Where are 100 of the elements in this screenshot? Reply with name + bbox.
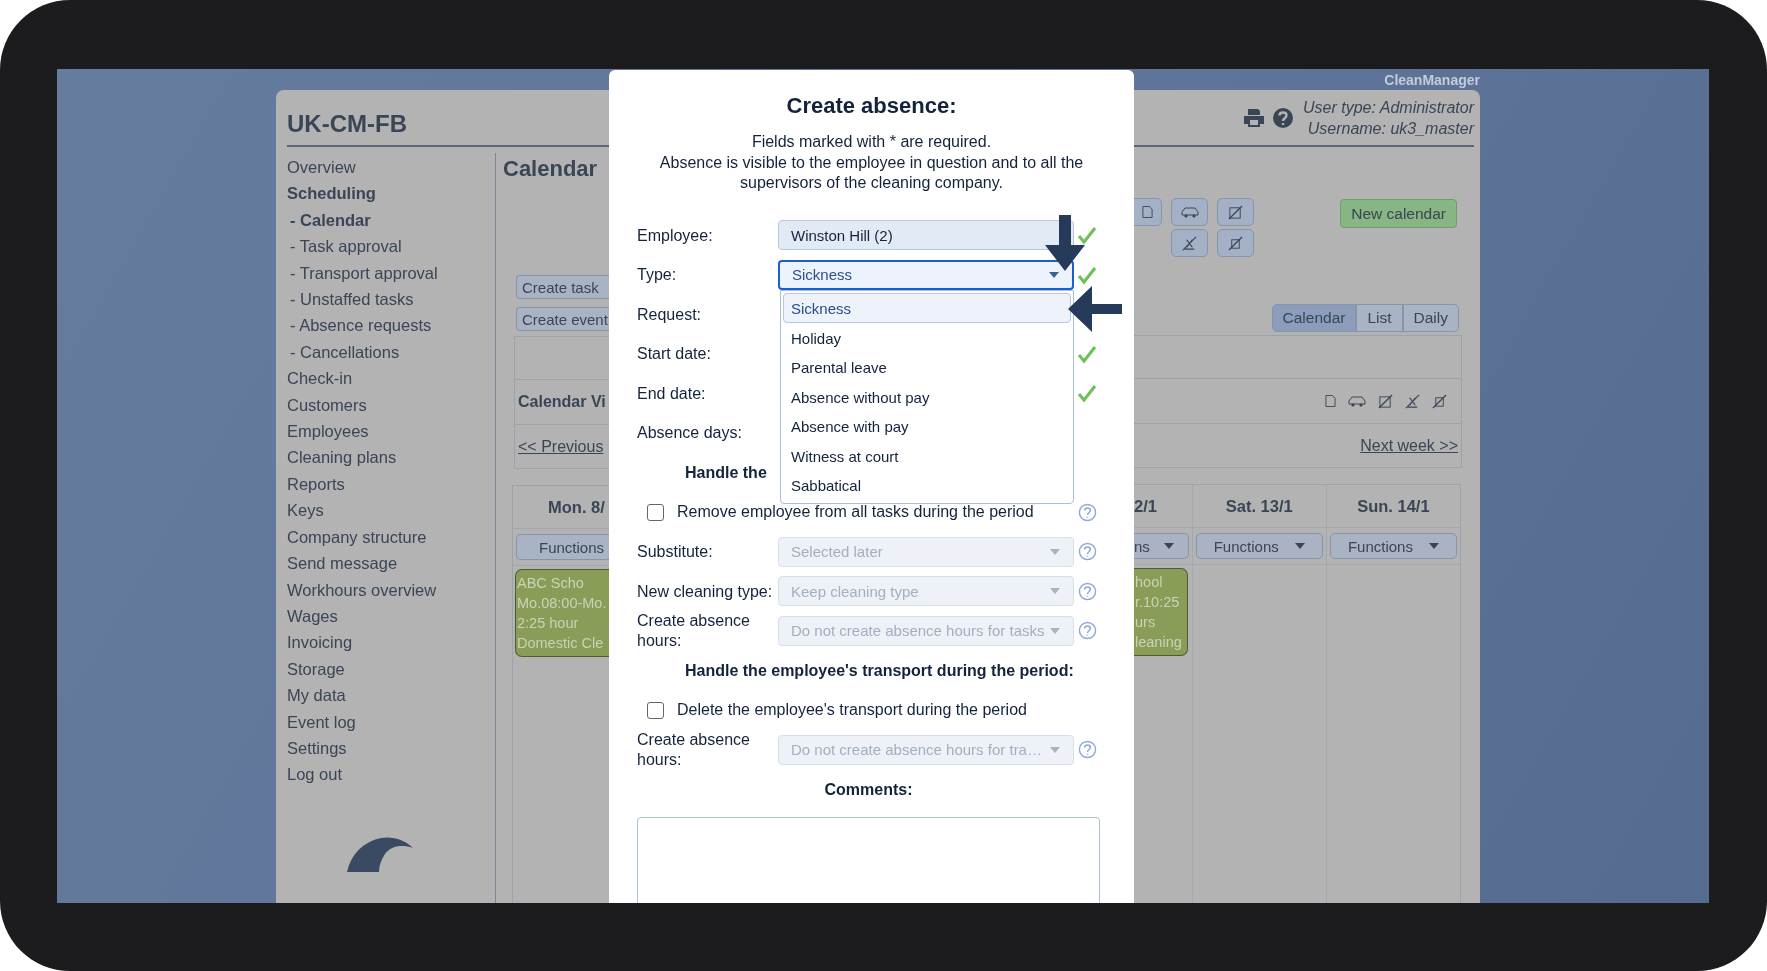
crossed-out-icon (1182, 235, 1197, 251)
functions-button[interactable]: ns (1134, 533, 1189, 559)
help-icon[interactable] (1273, 107, 1293, 128)
functions-button[interactable]: Functions (1329, 533, 1457, 559)
field-label: Start date: (637, 344, 712, 364)
help-icon[interactable] (1077, 502, 1097, 522)
sidebar-item[interactable]: - Transport approval (287, 259, 438, 287)
car-icon[interactable] (1348, 395, 1366, 407)
page-title: Calendar (503, 156, 599, 182)
field-label: Employee: (637, 225, 714, 245)
field-label: Create absence hours: (637, 730, 751, 770)
sidebar-item[interactable]: Scheduling (287, 180, 376, 207)
caret-icon (1050, 548, 1060, 555)
functions-button[interactable]: Functions (1195, 533, 1323, 559)
car-button[interactable] (1171, 198, 1208, 226)
sidebar-item[interactable]: Log out (287, 761, 343, 788)
functions-button[interactable]: Functions (516, 534, 609, 560)
crossed-square-button[interactable] (1217, 198, 1254, 226)
dropdown-option[interactable]: Sickness (783, 293, 1071, 323)
arrow-down-icon (1045, 215, 1085, 271)
document-icon (1142, 205, 1153, 219)
sidebar-item[interactable]: - Calendar (287, 206, 371, 234)
field-label: Type: (637, 265, 678, 285)
app-name: CleanManager (1384, 71, 1480, 88)
dropdown-option[interactable]: Sabbatical (783, 470, 1071, 500)
sidebar-item[interactable]: Workhours overview (287, 576, 437, 603)
sidebar-item[interactable]: Event log (287, 708, 356, 735)
checkbox[interactable] (647, 701, 664, 719)
field-label: Substitute: (637, 542, 714, 562)
car-icon (1180, 206, 1199, 218)
caret-icon (1050, 588, 1060, 595)
new-calendar-button[interactable]: New calendar (1340, 199, 1457, 228)
caret-icon (1428, 543, 1439, 549)
sidebar-item[interactable]: Wages (287, 602, 338, 630)
crossed-out-button[interactable] (1217, 229, 1254, 257)
section-heading: Handle the employee's transport during the period: (685, 661, 1074, 680)
comments-field[interactable] (637, 816, 1100, 903)
dialog-note: Absence is visible to the employee in question and to all the supervisors of the cleaning company. (658, 152, 1085, 193)
user-type: User type: Administrator (1303, 97, 1474, 118)
view-tab[interactable]: Daily (1402, 304, 1459, 332)
caret-icon (1050, 746, 1060, 753)
username: Username: uk3_master (1307, 118, 1474, 139)
view-tab[interactable]: Calendar (1271, 304, 1357, 332)
create-button[interactable]: Create task (516, 275, 609, 299)
dropdown-option[interactable]: Parental leave (783, 352, 1071, 382)
sidebar-item[interactable]: Customers (287, 391, 367, 419)
arrow-left-icon (1068, 286, 1122, 332)
sidebar-item[interactable]: - Cancellations (287, 338, 400, 366)
sidebar-item[interactable]: Send message (287, 550, 398, 577)
view-tab[interactable]: List (1356, 304, 1403, 332)
previous-week-link[interactable]: << Previous (515, 437, 604, 456)
document-icon[interactable] (1325, 394, 1336, 408)
day-heading: 2/1 (1134, 496, 1157, 516)
day-heading: Sat. 13/1 (1225, 496, 1293, 516)
crossed-out-icon[interactable] (1405, 393, 1420, 409)
field-label: Absence days: (637, 423, 743, 443)
caret-icon (1050, 627, 1060, 634)
day-heading: Mon. 8/ (548, 497, 605, 517)
sidebar-item[interactable]: - Absence requests (287, 312, 432, 339)
dialog-title: Create absence: (785, 92, 958, 120)
crossed-out-icon (1228, 235, 1243, 251)
field-label: Request: (637, 304, 703, 324)
crossed-square-icon (1228, 204, 1243, 220)
crossed-square-icon[interactable] (1378, 393, 1393, 409)
checkbox[interactable] (647, 503, 664, 521)
caret-icon (1294, 543, 1305, 549)
checkbox-label: Delete the employee's transport during the period (677, 701, 1027, 720)
create-button[interactable]: Create event (516, 307, 609, 331)
crossed-out-icon[interactable] (1432, 393, 1447, 409)
document-button[interactable] (1134, 198, 1162, 226)
print-icon[interactable] (1243, 107, 1265, 128)
sidebar-item[interactable]: Storage (287, 655, 345, 683)
app-title: UK-CM-FB (287, 109, 407, 138)
select-field[interactable]: Sickness (778, 259, 1074, 290)
sidebar-item[interactable]: Settings (287, 734, 347, 762)
field-label: End date: (637, 383, 707, 403)
sidebar-item[interactable]: Invoicing (287, 629, 353, 656)
next-week-link[interactable]: Next week >> (1357, 436, 1458, 455)
view-title: Calendar Vi (517, 393, 606, 411)
crossed-out-button[interactable] (1171, 229, 1208, 257)
sidebar-item[interactable]: - Task approval (287, 233, 402, 260)
dropdown-option[interactable]: Absence without pay (783, 381, 1071, 411)
dropdown-option[interactable]: Holiday (783, 322, 1071, 352)
sidebar-item[interactable]: Keys (287, 497, 324, 524)
field-label: New cleaning type: (637, 581, 774, 601)
caret-icon (1163, 543, 1174, 549)
dropdown-option[interactable]: Absence with pay (783, 411, 1071, 441)
checkbox-label: Remove employee from all tasks during the period (677, 503, 1034, 522)
section-heading: Comments: (824, 780, 913, 799)
select-field[interactable]: Winston Hill (2) (778, 220, 1074, 251)
sidebar-item[interactable]: Check-in (287, 365, 353, 392)
sidebar-item[interactable]: Company structure (287, 523, 427, 551)
sidebar-item[interactable]: My data (287, 682, 346, 709)
sidebar-item[interactable]: Overview (287, 154, 356, 181)
day-heading: Sun. 14/1 (1357, 496, 1430, 516)
sidebar-item[interactable]: Cleaning plans (287, 444, 397, 471)
sidebar-item[interactable]: Reports (287, 470, 345, 498)
sidebar-item[interactable]: Employees (287, 418, 369, 445)
dropdown-option[interactable]: Witness at court (783, 440, 1071, 470)
sidebar-item[interactable]: - Unstaffed tasks (287, 286, 414, 313)
